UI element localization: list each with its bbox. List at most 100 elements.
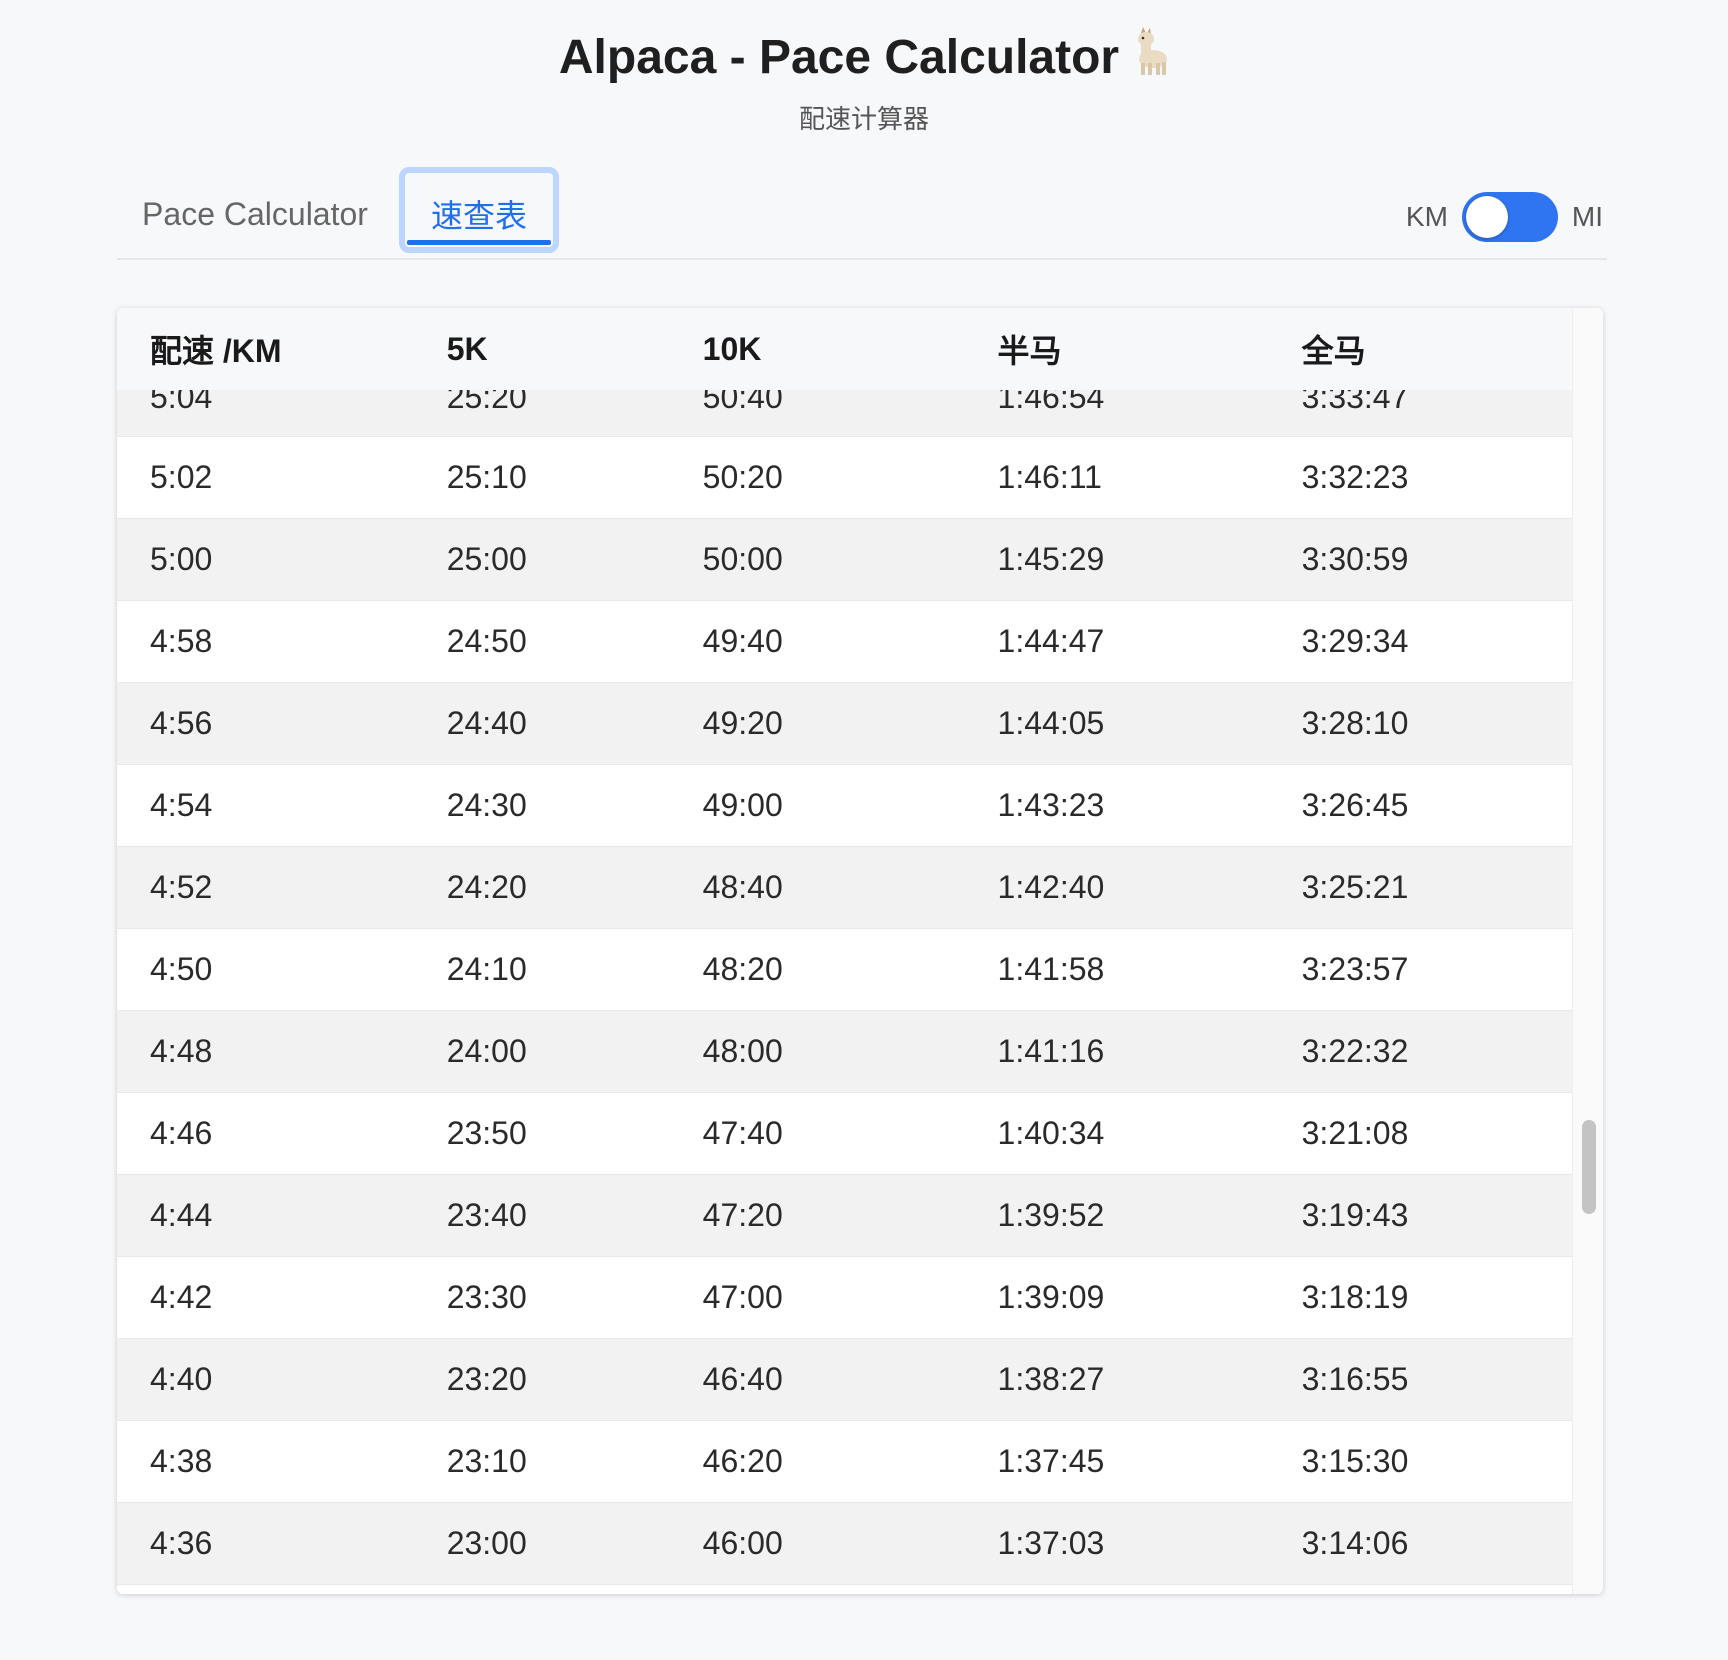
cell-half-marathon: 1:45:29 bbox=[997, 540, 1105, 577]
cell-pace: 4:50 bbox=[150, 950, 213, 987]
cell-10k: 48:40 bbox=[702, 868, 783, 905]
cell-5k: 24:20 bbox=[446, 868, 527, 905]
cell-5k: 25:00 bbox=[446, 540, 527, 577]
cell-5k: 23:30 bbox=[446, 1278, 527, 1315]
table-row: 4:38 23:10 46:20 1:37:45 3:15:30 bbox=[117, 1420, 1573, 1502]
cell-10k: 49:00 bbox=[702, 786, 783, 823]
unit-label-km: KM bbox=[1405, 201, 1448, 232]
cell-pace: 5:02 bbox=[150, 458, 213, 495]
cell-marathon: 3:14:06 bbox=[1301, 1524, 1409, 1561]
cell-5k: 23:50 bbox=[446, 1114, 527, 1151]
cell-marathon: 3:28:10 bbox=[1301, 704, 1409, 741]
header-10k: 10K bbox=[702, 330, 762, 367]
cell-half-marathon: 1:38:27 bbox=[997, 1360, 1105, 1397]
cell-pace: 4:48 bbox=[150, 1032, 213, 1069]
tab-pace-calculator[interactable]: Pace Calculator bbox=[117, 168, 393, 258]
table-scrollbar-thumb[interactable] bbox=[1582, 1120, 1596, 1214]
cell-marathon: 3:25:21 bbox=[1301, 868, 1409, 905]
cell-5k: 24:30 bbox=[446, 786, 527, 823]
cell-pace: 4:44 bbox=[150, 1196, 213, 1233]
cell-10k: 50:00 bbox=[702, 540, 783, 577]
table-row: 4:58 24:50 49:40 1:44:47 3:29:34 bbox=[117, 600, 1573, 682]
cell-half-marathon: 1:46:54 bbox=[997, 390, 1105, 415]
table-row: 4:46 23:50 47:40 1:40:34 3:21:08 bbox=[117, 1092, 1573, 1174]
page-subtitle: 配速计算器 bbox=[798, 104, 929, 135]
table-row: 4:44 23:40 47:20 1:39:52 3:19:43 bbox=[117, 1174, 1573, 1256]
table-row: 4:48 24:00 48:00 1:41:16 3:22:32 bbox=[117, 1010, 1573, 1092]
cell-5k: 23:20 bbox=[446, 1360, 527, 1397]
cell-pace: 4:56 bbox=[150, 704, 213, 741]
cell-10k: 47:40 bbox=[702, 1114, 783, 1151]
cell-5k: 24:10 bbox=[446, 950, 527, 987]
cell-half-marathon: 1:41:16 bbox=[997, 1032, 1105, 1069]
cell-10k: 49:40 bbox=[702, 622, 783, 659]
cell-5k: 24:40 bbox=[446, 704, 527, 741]
cell-marathon: 3:19:43 bbox=[1301, 1196, 1409, 1233]
table-row: 5:02 25:10 50:20 1:46:11 3:32:23 bbox=[117, 436, 1573, 518]
llama-icon bbox=[1129, 26, 1169, 94]
unit-toggle: KM MI bbox=[1406, 190, 1603, 244]
header-half-marathon: 半马 bbox=[997, 333, 1062, 369]
cell-pace: 4:36 bbox=[150, 1524, 213, 1561]
unit-switch-knob bbox=[1465, 196, 1508, 238]
cell-marathon: 3:16:55 bbox=[1301, 1360, 1409, 1397]
cell-half-marathon: 1:44:05 bbox=[997, 704, 1105, 741]
table-row: 4:36 23:00 46:00 1:37:03 3:14:06 bbox=[117, 1502, 1573, 1584]
cell-half-marathon: 1:43:23 bbox=[997, 786, 1105, 823]
header-marathon: 全马 bbox=[1301, 333, 1366, 369]
cell-half-marathon: 1:37:03 bbox=[997, 1524, 1105, 1561]
unit-switch[interactable] bbox=[1461, 192, 1558, 242]
tab-bar: Pace Calculator 速查表 bbox=[117, 167, 1607, 260]
cell-10k: 48:20 bbox=[702, 950, 783, 987]
cell-pace: 4:58 bbox=[150, 622, 213, 659]
cell-10k: 46:20 bbox=[702, 1442, 783, 1479]
cell-half-marathon: 1:42:40 bbox=[997, 868, 1105, 905]
table-scrollbar[interactable] bbox=[1572, 308, 1603, 1594]
cell-marathon: 3:32:23 bbox=[1301, 458, 1409, 495]
cell-pace: 4:40 bbox=[150, 1360, 213, 1397]
page-header: Alpaca - Pace Calculator 配速计算器 bbox=[0, 24, 1728, 136]
pace-table: 配速 /KM 5K 10K 半马 全马 5:04 25:20 50:40 1:4… bbox=[117, 308, 1573, 1585]
cell-pace: 4:42 bbox=[150, 1278, 213, 1315]
cell-pace: 5:04 bbox=[150, 390, 213, 415]
cell-5k: 25:10 bbox=[446, 458, 527, 495]
cell-pace: 4:52 bbox=[150, 868, 213, 905]
table-row: 5:04 25:20 50:40 1:46:54 3:33:47 bbox=[117, 390, 1573, 436]
cell-10k: 49:20 bbox=[702, 704, 783, 741]
table-row: 4:52 24:20 48:40 1:42:40 3:25:21 bbox=[117, 846, 1573, 928]
tab-pace-table[interactable]: 速查表 bbox=[399, 167, 559, 253]
pace-table-card: 配速 /KM 5K 10K 半马 全马 5:04 25:20 50:40 1:4… bbox=[117, 308, 1603, 1594]
cell-10k: 50:20 bbox=[702, 458, 783, 495]
cell-5k: 24:50 bbox=[446, 622, 527, 659]
unit-label-mi: MI bbox=[1571, 201, 1603, 232]
cell-5k: 23:10 bbox=[446, 1442, 527, 1479]
cell-half-marathon: 1:41:58 bbox=[997, 950, 1105, 987]
cell-marathon: 3:29:34 bbox=[1301, 622, 1409, 659]
table-row: 4:54 24:30 49:00 1:43:23 3:26:45 bbox=[117, 764, 1573, 846]
cell-marathon: 3:21:08 bbox=[1301, 1114, 1409, 1151]
cell-half-marathon: 1:39:09 bbox=[997, 1278, 1105, 1315]
cell-marathon: 3:22:32 bbox=[1301, 1032, 1409, 1069]
cell-half-marathon: 1:40:34 bbox=[997, 1114, 1105, 1151]
table-row: 4:56 24:40 49:20 1:44:05 3:28:10 bbox=[117, 682, 1573, 764]
cell-10k: 46:00 bbox=[702, 1524, 783, 1561]
cell-marathon: 3:23:57 bbox=[1301, 950, 1409, 987]
cell-marathon: 3:33:47 bbox=[1301, 390, 1409, 415]
cell-half-marathon: 1:44:47 bbox=[997, 622, 1105, 659]
cell-marathon: 3:18:19 bbox=[1301, 1278, 1409, 1315]
cell-marathon: 3:30:59 bbox=[1301, 540, 1409, 577]
cell-half-marathon: 1:37:45 bbox=[997, 1442, 1105, 1479]
page-title-text: Alpaca - Pace Calculator bbox=[558, 31, 1120, 84]
cell-half-marathon: 1:46:11 bbox=[997, 458, 1102, 495]
cell-5k: 23:00 bbox=[446, 1524, 527, 1561]
cell-5k: 23:40 bbox=[446, 1196, 527, 1233]
header-pace: 配速 /KM bbox=[150, 333, 282, 369]
cell-half-marathon: 1:39:52 bbox=[997, 1196, 1105, 1233]
cell-10k: 47:00 bbox=[702, 1278, 783, 1315]
cell-pace: 4:38 bbox=[150, 1442, 213, 1479]
cell-5k: 24:00 bbox=[446, 1032, 527, 1069]
cell-pace: 5:00 bbox=[150, 540, 213, 577]
table-header-row: 配速 /KM 5K 10K 半马 全马 bbox=[117, 308, 1573, 390]
pace-table-scroll-area[interactable]: 配速 /KM 5K 10K 半马 全马 5:04 25:20 50:40 1:4… bbox=[117, 308, 1573, 1594]
table-row: 4:50 24:10 48:20 1:41:58 3:23:57 bbox=[117, 928, 1573, 1010]
